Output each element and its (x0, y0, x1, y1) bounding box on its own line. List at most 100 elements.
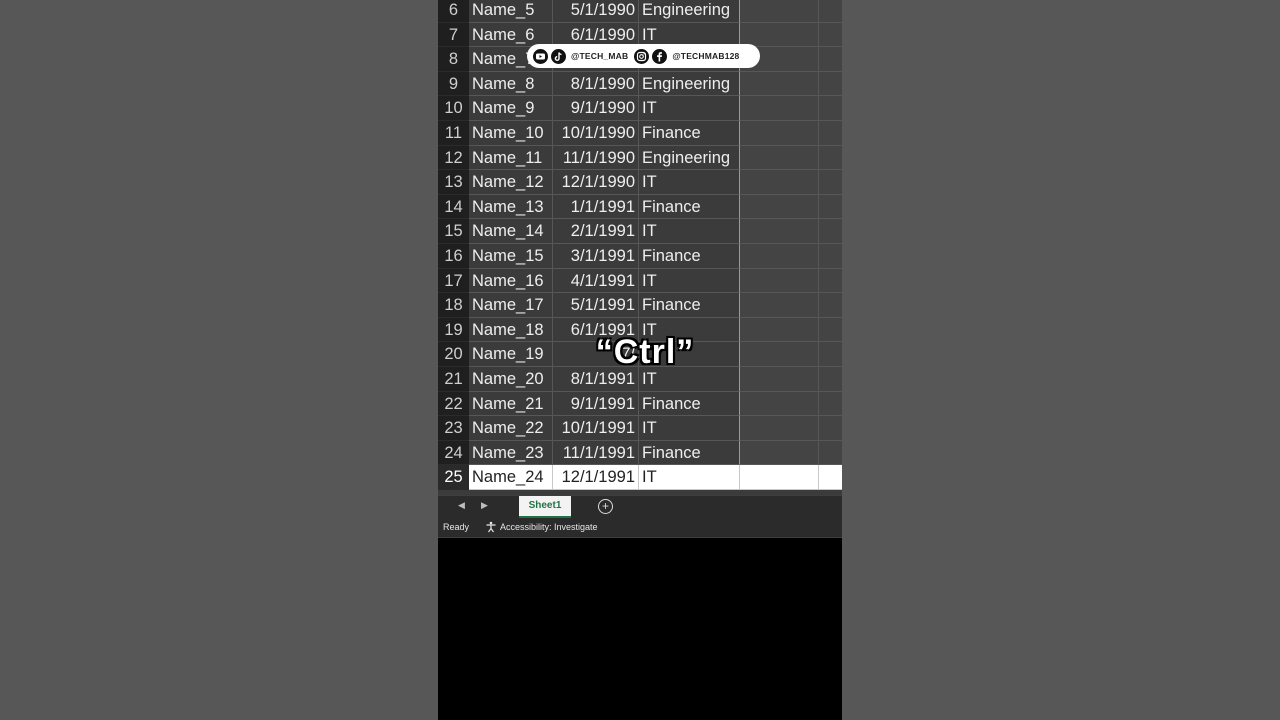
cell-department[interactable]: Finance (639, 194, 740, 220)
cell-empty[interactable] (740, 342, 819, 367)
row-header[interactable]: 15 (438, 219, 469, 244)
cell-empty[interactable] (819, 0, 842, 23)
cell-department[interactable]: IT (639, 268, 740, 294)
cell-empty[interactable] (819, 121, 842, 146)
cell-empty[interactable] (819, 145, 842, 171)
row-header[interactable]: 22 (438, 391, 469, 417)
cell-empty[interactable] (740, 145, 819, 171)
cell-empty[interactable] (740, 391, 819, 417)
cell-empty[interactable] (740, 219, 819, 244)
cell-name[interactable]: Name_9 (469, 96, 553, 121)
cell-date[interactable]: 10/1/1991 (553, 416, 639, 441)
cell-department[interactable]: Engineering (639, 71, 740, 97)
cell-empty[interactable] (740, 367, 819, 392)
cell-department[interactable]: Finance (639, 440, 740, 466)
table-row[interactable]: 15 Name_14 2/1/1991 IT (438, 219, 842, 244)
cell-date[interactable]: 9/1/1991 (553, 391, 639, 417)
cell-empty[interactable] (740, 317, 819, 343)
cell-name[interactable]: Name_24 (469, 465, 553, 490)
cell-empty[interactable] (740, 121, 819, 146)
cell-empty[interactable] (740, 0, 819, 23)
cell-name[interactable]: Name_18 (469, 317, 553, 343)
cell-empty[interactable] (740, 268, 819, 294)
cell-date[interactable]: 5/1/1991 (553, 293, 639, 318)
cell-empty[interactable] (819, 194, 842, 220)
table-row[interactable]: 18 Name_17 5/1/1991 Finance (438, 293, 842, 318)
cell-empty[interactable] (819, 170, 842, 195)
table-row[interactable]: 24 Name_23 11/1/1991 Finance (438, 440, 842, 466)
table-row[interactable]: 6 Name_5 5/1/1990 Engineering (438, 0, 842, 23)
cell-department[interactable]: IT (639, 416, 740, 441)
cell-date[interactable]: 12/1/1991 (553, 465, 639, 490)
table-row[interactable]: 16 Name_15 3/1/1991 Finance (438, 244, 842, 269)
table-row[interactable]: 13 Name_12 12/1/1990 IT (438, 170, 842, 195)
row-header[interactable]: 16 (438, 244, 469, 269)
cell-empty[interactable] (819, 47, 842, 72)
cell-name[interactable]: Name_10 (469, 121, 553, 146)
cell-department[interactable]: Finance (639, 244, 740, 269)
cell-name[interactable]: Name_11 (469, 145, 553, 171)
cell-empty[interactable] (740, 465, 819, 490)
cell-name[interactable]: Name_14 (469, 219, 553, 244)
cell-date[interactable]: 10/1/1990 (553, 121, 639, 146)
cell-empty[interactable] (819, 96, 842, 121)
cell-empty[interactable] (819, 244, 842, 269)
cell-empty[interactable] (740, 416, 819, 441)
cell-name[interactable]: Name_8 (469, 71, 553, 97)
cell-name[interactable]: Name_19 (469, 342, 553, 367)
cell-department[interactable]: IT (639, 170, 740, 195)
table-row[interactable]: 17 Name_16 4/1/1991 IT (438, 268, 842, 294)
add-sheet-button[interactable]: + (598, 499, 613, 514)
table-row[interactable]: 12 Name_11 11/1/1990 Engineering (438, 145, 842, 171)
accessibility-status[interactable]: Accessibility: Investigate (485, 521, 598, 533)
cell-date[interactable]: 3/1/1991 (553, 244, 639, 269)
cell-department[interactable]: Finance (639, 293, 740, 318)
cell-empty[interactable] (740, 244, 819, 269)
cell-empty[interactable] (819, 416, 842, 441)
cell-name[interactable]: Name_20 (469, 367, 553, 392)
row-header[interactable]: 23 (438, 416, 469, 441)
row-header[interactable]: 13 (438, 170, 469, 195)
cell-department[interactable]: IT (639, 465, 740, 490)
cell-date[interactable]: 1/1/1991 (553, 194, 639, 220)
cell-department[interactable]: Finance (639, 121, 740, 146)
cell-name[interactable]: Name_16 (469, 268, 553, 294)
table-row[interactable]: 14 Name_13 1/1/1991 Finance (438, 194, 842, 220)
cell-date[interactable]: 5/1/1990 (553, 0, 639, 23)
cell-department[interactable]: Engineering (639, 0, 740, 23)
row-header[interactable]: 8 (438, 47, 469, 72)
cell-name[interactable]: Name_21 (469, 391, 553, 417)
cell-date[interactable]: 11/1/1991 (553, 440, 639, 466)
scroll-tabs-right-icon[interactable]: ▶ (481, 500, 488, 511)
row-header[interactable]: 24 (438, 440, 469, 466)
row-header[interactable]: 25 (438, 465, 469, 490)
row-header[interactable]: 17 (438, 268, 469, 294)
cell-empty[interactable] (740, 71, 819, 97)
row-header[interactable]: 9 (438, 71, 469, 97)
table-row[interactable]: 22 Name_21 9/1/1991 Finance (438, 391, 842, 417)
cell-name[interactable]: Name_23 (469, 440, 553, 466)
cell-empty[interactable] (819, 440, 842, 466)
cell-date[interactable]: 4/1/1991 (553, 268, 639, 294)
cell-empty[interactable] (819, 22, 842, 48)
cell-name[interactable]: Name_15 (469, 244, 553, 269)
cell-empty[interactable] (819, 293, 842, 318)
cell-date[interactable]: 9/1/1990 (553, 96, 639, 121)
row-header[interactable]: 20 (438, 342, 469, 367)
table-row[interactable]: 9 Name_8 8/1/1990 Engineering (438, 71, 842, 97)
cell-empty[interactable] (819, 465, 842, 490)
table-row[interactable]: 25 Name_24 12/1/1991 IT (438, 465, 842, 490)
row-header[interactable]: 14 (438, 194, 469, 220)
cell-empty[interactable] (740, 440, 819, 466)
cell-department[interactable]: IT (639, 219, 740, 244)
cell-date[interactable]: 11/1/1990 (553, 145, 639, 171)
cell-empty[interactable] (819, 342, 842, 367)
row-header[interactable]: 10 (438, 96, 469, 121)
cell-empty[interactable] (819, 317, 842, 343)
scroll-tabs-left-icon[interactable]: ◀ (458, 500, 465, 511)
row-header[interactable]: 12 (438, 145, 469, 171)
cell-date[interactable]: 2/1/1991 (553, 219, 639, 244)
cell-empty[interactable] (819, 219, 842, 244)
row-header[interactable]: 7 (438, 22, 469, 48)
cell-empty[interactable] (740, 194, 819, 220)
